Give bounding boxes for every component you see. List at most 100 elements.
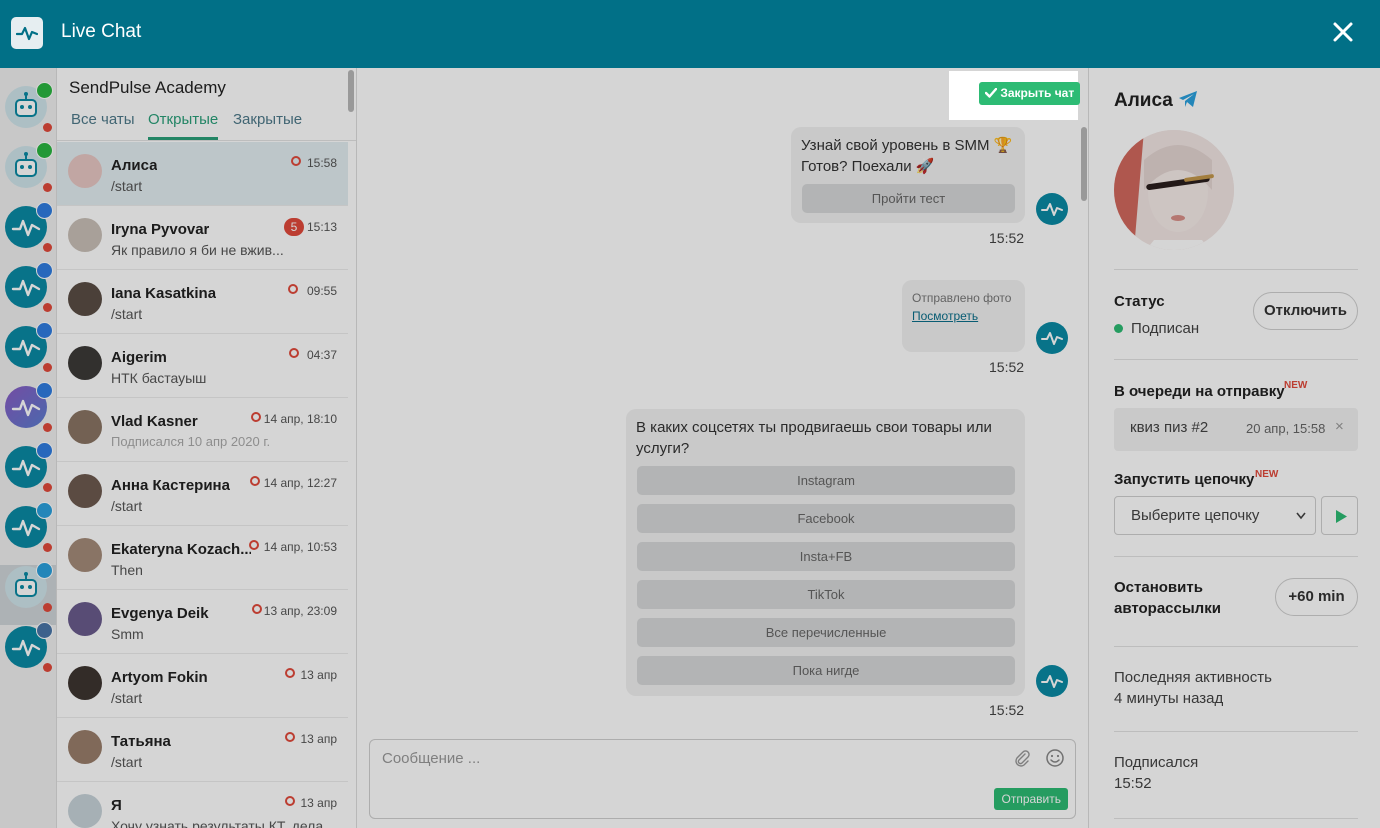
chat-name: Evgenya Deik [111,605,209,622]
messenger-icon [36,202,53,219]
chat-row[interactable]: Татьяна /start 13 апр [57,718,348,782]
offline-dot [43,543,52,552]
subscribed-value: 15:52 [1114,775,1152,792]
avatar [68,602,102,636]
telegram-icon [36,502,53,519]
avatar [68,538,102,572]
chat-row[interactable]: Алиса /start 15:58 [57,142,348,206]
chat-row[interactable]: Evgenya Deik Smm 13 апр, 23:09 [57,590,348,654]
status-dot [1114,324,1123,333]
queue-item: квиз пиз #2 20 апр, 15:58 × [1114,408,1358,451]
offline-dot [43,603,52,612]
bot-messenger-1[interactable] [5,202,53,252]
chat-row[interactable]: Aigerim НТК бастауыш 04:37 [57,334,348,398]
chat-preview: НТК бастауыш [111,370,207,386]
chat-row[interactable]: Я Хочу узнать результаты КТ, дела... 13 … [57,782,348,828]
bot-avatar [1036,193,1068,225]
chat-time: 13 апр, 23:09 [263,604,337,618]
offline-dot [43,363,52,372]
waiting-icon [249,540,259,550]
bot-vk[interactable] [5,622,53,672]
chat-preview: /start [111,306,143,322]
message-time: 15:52 [989,359,1025,375]
chat-preview: Хочу узнать результаты КТ, дела... [111,818,335,828]
option-tiktok-button[interactable]: TikTok [637,580,1015,609]
bot-whatsapp-1[interactable] [5,82,53,132]
chat-preview: Smm [111,626,144,642]
chat-list-scrollbar[interactable] [348,70,354,112]
option-insta-fb-button[interactable]: Insta+FB [637,542,1015,571]
chat-name: Iryna Pyvovar [111,221,210,238]
option-nowhere-button[interactable]: Пока нигде [637,656,1015,685]
chat-preview: /start [111,178,143,194]
waiting-icon [291,156,301,166]
option-instagram-button[interactable]: Instagram [637,466,1015,495]
divider [57,140,356,141]
chat-name: Aigerim [111,349,167,366]
bot-whatsapp-2[interactable] [5,142,53,192]
chat-row[interactable]: Анна Кастерина /start 14 апр, 12:27 [57,462,348,526]
chat-preview: /start [111,690,143,706]
last-activity-label: Последняя активность [1114,669,1272,686]
chat-preview: Подписался 10 апр 2020 г. [111,434,271,449]
chain-select[interactable]: Выберите цепочку [1114,496,1316,535]
divider [1114,359,1358,360]
option-facebook-button[interactable]: Facebook [637,504,1015,533]
tab-open-chats[interactable]: Открытые [148,111,218,128]
close-chat-button[interactable]: Закрыть чат [979,82,1081,105]
avatar [68,154,102,188]
chat-preview: /start [111,754,143,770]
status-label: Статус [1114,293,1165,310]
bot-messenger-5[interactable] [5,442,53,492]
paperclip-icon[interactable] [1013,749,1031,772]
chat-name: Анна Кастерина [111,477,230,494]
chat-time: 14 апр, 12:27 [263,476,337,490]
send-button[interactable]: Отправить [994,788,1068,810]
chat-row[interactable]: Vlad Kasner Подписался 10 апр 2020 г. 14… [57,398,348,462]
close-icon[interactable] [1330,16,1356,48]
messenger-icon [36,262,53,279]
tab-all-chats[interactable]: Все чаты [71,111,135,128]
divider [1114,556,1358,557]
last-activity-value: 4 минуты назад [1114,690,1224,707]
chat-row[interactable]: Artyom Fokin /start 13 апр [57,654,348,718]
avatar [68,282,102,316]
conversation-scrollbar[interactable] [1081,127,1087,201]
queue-label: В очереди на отправку [1114,383,1285,400]
bot-messenger-4[interactable] [5,382,53,432]
chat-row[interactable]: Ekateryna Kozach... Then 14 апр, 10:53 [57,526,348,590]
stop-autosend-label-line1: Остановить [1114,579,1203,596]
waiting-icon [289,348,299,358]
bot-telegram-active[interactable] [5,502,53,552]
tab-closed-chats[interactable]: Закрытые [233,111,302,128]
remove-queue-item-icon[interactable]: × [1335,418,1344,435]
offline-dot [43,663,52,672]
whatsapp-icon [36,142,53,159]
chat-row[interactable]: Iana Kasatkina /start 09:55 [57,270,348,334]
offline-dot [43,423,52,432]
chat-time: 14 апр, 10:53 [263,540,337,554]
start-chain-button[interactable] [1321,496,1358,535]
stop-autosend-label-line2: авторассылки [1114,600,1221,617]
message-time: 15:52 [989,230,1025,246]
unsubscribe-button[interactable]: Отключить [1253,292,1358,330]
offline-dot [43,303,52,312]
contact-profile-panel: Алиса Статус Подписан Отключить В очеред… [1088,68,1380,828]
app-title: Live Chat [61,21,142,42]
contact-name-text: Алиса [1114,90,1173,111]
view-photo-link[interactable]: Посмотреть [912,306,978,327]
bot-messenger-2[interactable] [5,262,53,312]
waiting-icon [288,284,298,294]
chat-row[interactable]: Iryna Pyvovar Як правило я би не вжив...… [57,206,348,270]
option-all-button[interactable]: Все перечисленные [637,618,1015,647]
queue-item-date: 20 апр, 15:58 [1246,421,1326,436]
emoji-icon[interactable] [1045,748,1065,773]
bot-telegram-2[interactable] [5,562,53,612]
avatar [68,218,102,252]
divider [1114,731,1358,732]
take-test-button[interactable]: Пройти тест [802,184,1015,213]
message-composer[interactable]: Сообщение ... Отправить [369,739,1076,819]
avatar [68,666,102,700]
bot-messenger-3[interactable] [5,322,53,372]
pause-60-min-button[interactable]: +60 min [1275,578,1358,616]
